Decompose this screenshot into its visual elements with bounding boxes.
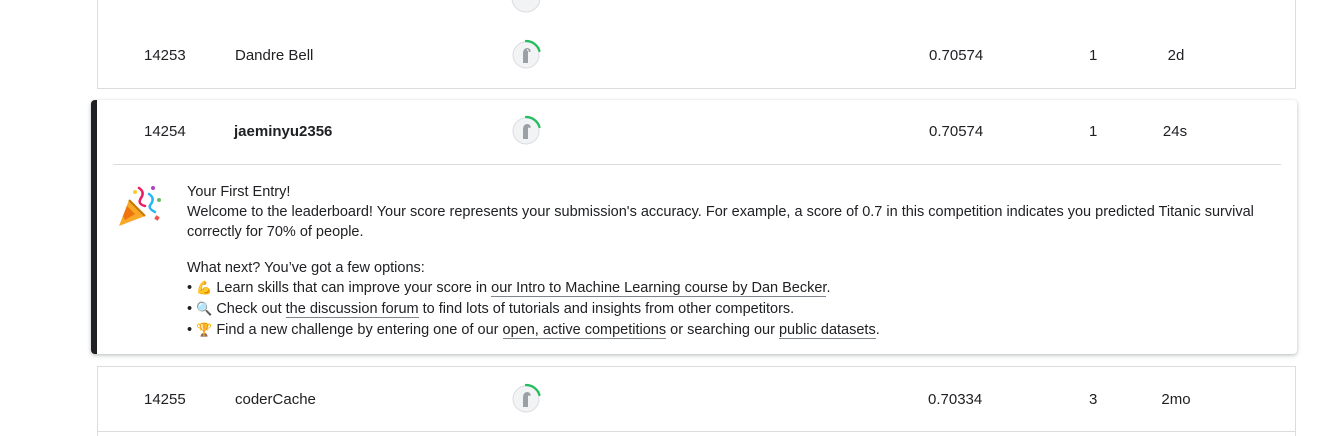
trophy-icon: 🏆 — [196, 323, 213, 338]
score-cell: 0.70574 — [929, 47, 984, 64]
public-datasets-link[interactable]: public datasets — [778, 322, 876, 339]
last-submission-cell: 2d — [1167, 47, 1185, 64]
team-name[interactable]: jaeminyu2356 — [234, 123, 332, 141]
table-row[interactable]: 14255 coderCache 0.70334 3 2mo — [97, 366, 1296, 432]
avatar-icon[interactable] — [510, 115, 542, 147]
last-submission-cell: 24s — [1162, 123, 1188, 140]
message-welcome: Welcome to the leaderboard! Your score r… — [187, 204, 1254, 240]
team-name[interactable]: coderCache — [235, 391, 316, 409]
rank-cell: 14254 — [144, 123, 186, 140]
flexed-biceps-icon: 💪 — [196, 281, 213, 296]
first-entry-message: Your First Entry! Welcome to the leaderb… — [187, 182, 1257, 341]
entries-cell: 1 — [1089, 123, 1098, 140]
entries-cell: 3 — [1089, 391, 1098, 408]
message-title: Your First Entry! — [187, 184, 291, 200]
option-discuss: • 🔍 Check out the discussion forum to fi… — [187, 301, 795, 318]
party-popper-icon — [119, 186, 161, 226]
avatar-icon[interactable] — [510, 0, 542, 14]
entries-cell: 1 — [1089, 47, 1098, 64]
option-challenge: • 🏆 Find a new challenge by entering one… — [187, 322, 880, 339]
rank-cell: 14253 — [144, 47, 186, 64]
option-learn: • 💪 Learn skills that can improve your s… — [187, 280, 831, 297]
active-competitions-link[interactable]: open, active competitions — [502, 322, 667, 339]
avatar-icon[interactable] — [510, 39, 542, 71]
table-row — [97, 0, 1296, 24]
leaderboard: 14253 Dandre Bell 0.70574 1 2d 14254 jae… — [0, 0, 1342, 436]
rank-cell: 14255 — [144, 391, 186, 408]
score-cell: 0.70574 — [929, 123, 984, 140]
magnifier-icon: 🔍 — [196, 302, 213, 317]
score-cell: 0.70334 — [928, 391, 983, 408]
divider — [113, 164, 1281, 165]
table-row[interactable]: 14253 Dandre Bell 0.70574 1 2d — [97, 23, 1296, 89]
last-submission-cell: 2mo — [1161, 391, 1191, 408]
first-entry-card: 14254 jaeminyu2356 0.70574 1 24s Your Fi… — [91, 100, 1297, 354]
discussion-forum-link[interactable]: the discussion forum — [285, 301, 419, 318]
avatar-icon[interactable] — [510, 383, 542, 415]
message-next-heading: What next? You’ve got a few options: — [187, 260, 425, 276]
table-row — [97, 432, 1296, 436]
team-name[interactable]: Dandre Bell — [235, 47, 313, 65]
intro-ml-course-link[interactable]: our Intro to Machine Learning course by … — [491, 280, 827, 297]
